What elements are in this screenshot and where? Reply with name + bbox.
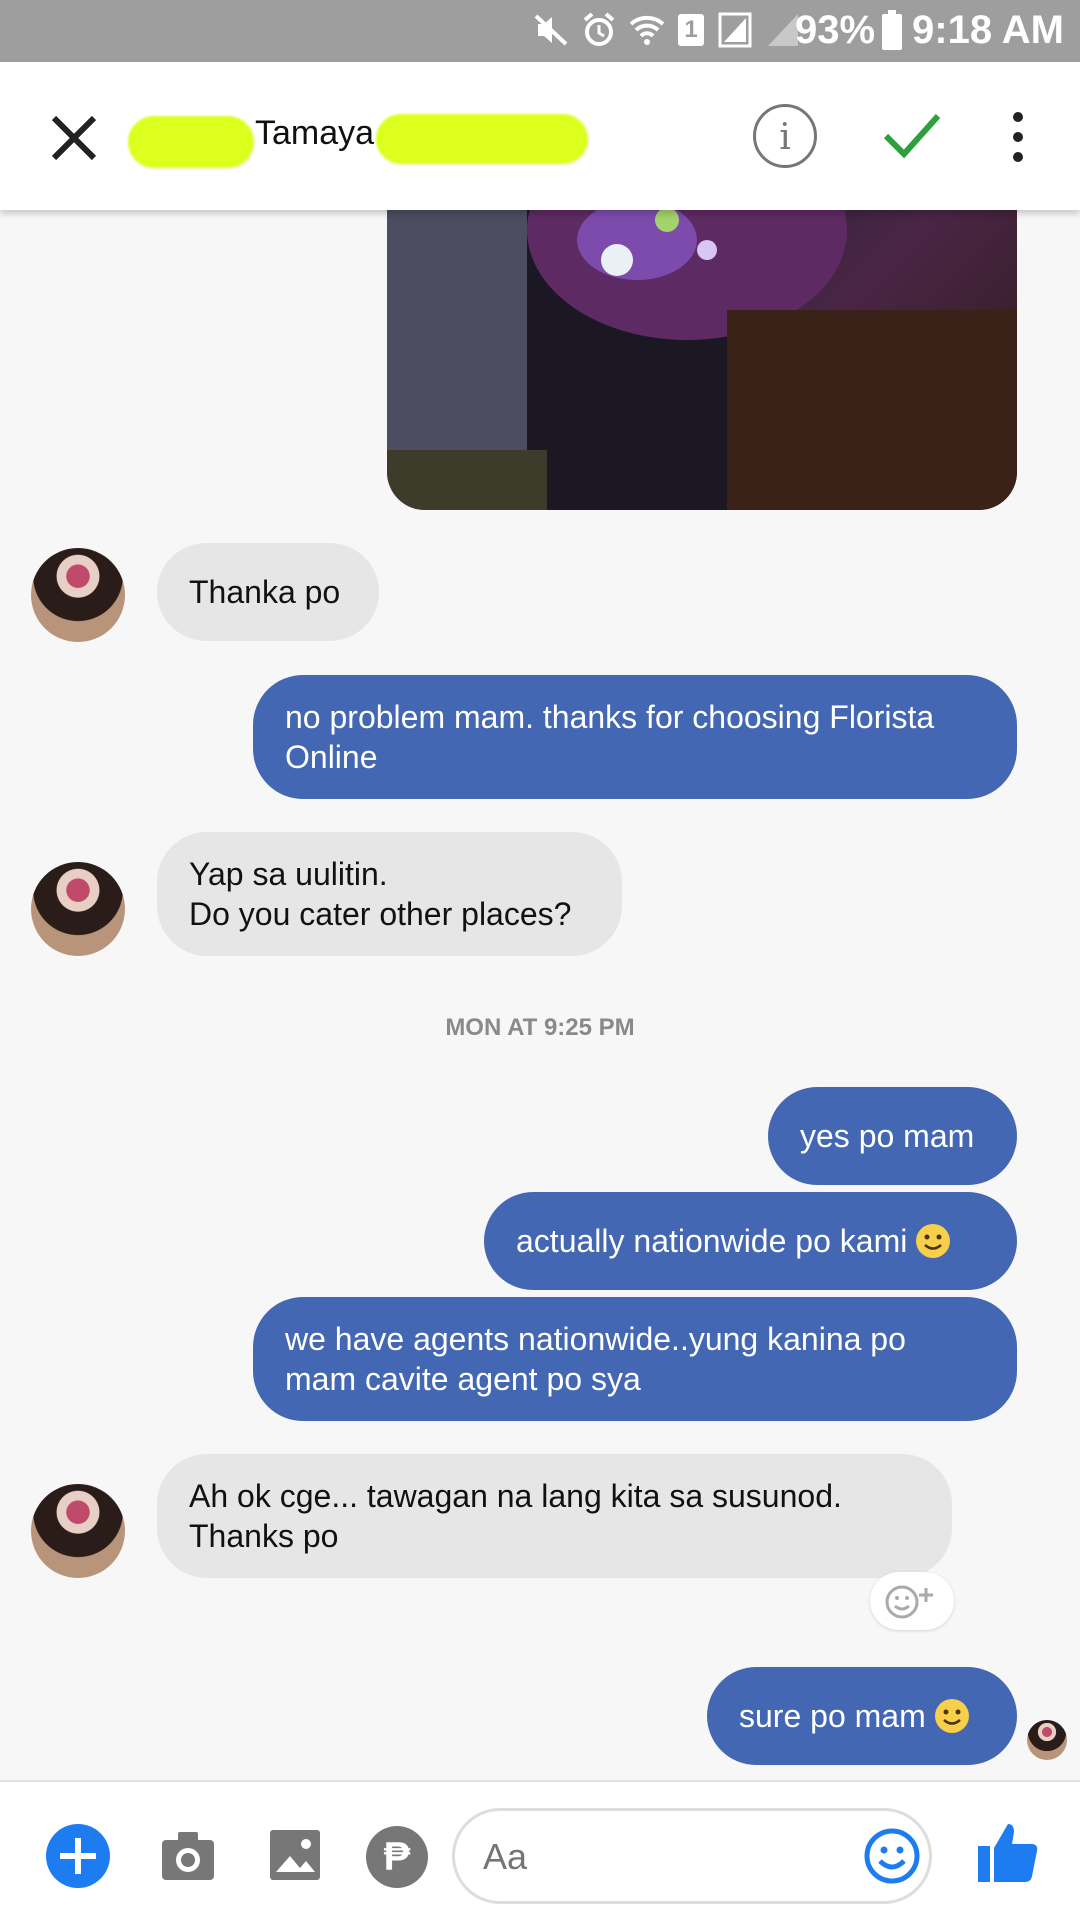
message-composer: ₱ <box>0 1780 1080 1922</box>
message-bubble-outgoing[interactable]: we have agents nationwide..yung kanina p… <box>253 1297 1017 1421</box>
message-text: Ah ok cge... tawagan na lang kita sa sus… <box>189 1478 842 1554</box>
battery-percent: 93% <box>795 8 876 52</box>
gallery-icon[interactable] <box>268 1828 322 1882</box>
message-text-line: Do you cater other places? <box>189 896 572 932</box>
status-bar: 1 93% 9:18 AM <box>0 0 1080 62</box>
message-text: sure po mam <box>739 1698 926 1734</box>
add-reaction-icon <box>885 1585 933 1619</box>
message-bubble-incoming[interactable]: Yap sa uulitin. Do you cater other place… <box>157 832 622 956</box>
flower-bouquet-photo <box>387 190 1017 510</box>
photo-message[interactable] <box>387 190 1017 510</box>
message-bubble-outgoing[interactable]: actually nationwide po kami <box>484 1192 1017 1290</box>
signal-icon <box>718 12 752 48</box>
message-text: actually nationwide po kami <box>516 1223 908 1259</box>
redaction-mark <box>376 114 588 164</box>
battery-icon <box>882 10 902 50</box>
contact-name[interactable]: Tamaya <box>255 114 374 153</box>
message-timestamp: MON AT 9:25 PM <box>445 1014 635 1041</box>
payment-icon[interactable]: ₱ <box>366 1826 428 1888</box>
message-bubble-incoming[interactable]: Thanka po <box>157 543 379 641</box>
alarm-icon <box>583 12 615 46</box>
slight-smile-emoji-icon <box>916 1224 951 1258</box>
conversation-header: Tamaya i <box>0 62 1080 210</box>
message-text: Thanka po <box>189 574 341 610</box>
info-icon[interactable]: i <box>753 104 817 168</box>
wifi-icon <box>630 15 664 45</box>
mute-icon <box>534 14 568 46</box>
thumbs-up-icon[interactable] <box>976 1820 1038 1884</box>
message-text: no problem mam. thanks for choosing Flor… <box>285 699 935 775</box>
check-icon[interactable] <box>882 110 942 162</box>
plus-icon[interactable] <box>46 1824 110 1888</box>
add-reaction-button[interactable] <box>870 1572 954 1630</box>
message-bubble-incoming[interactable]: Ah ok cge... tawagan na lang kita sa sus… <box>157 1454 952 1578</box>
contact-avatar[interactable] <box>31 1484 125 1578</box>
contact-avatar[interactable] <box>31 862 125 956</box>
message-bubble-outgoing[interactable]: no problem mam. thanks for choosing Flor… <box>253 675 1017 799</box>
close-icon[interactable] <box>46 110 102 166</box>
sim-slot-number: 1 <box>684 16 698 43</box>
message-text: we have agents nationwide..yung kanina p… <box>285 1321 906 1397</box>
message-text-line: Yap sa uulitin. <box>189 856 388 892</box>
info-glyph: i <box>779 117 791 158</box>
camera-icon[interactable] <box>160 1828 216 1884</box>
contact-avatar[interactable] <box>31 548 125 642</box>
status-icons: 1 <box>534 12 800 48</box>
clock: 9:18 AM <box>912 8 1064 52</box>
message-input[interactable] <box>481 1833 825 1881</box>
message-bubble-outgoing[interactable]: sure po mam <box>707 1667 1017 1765</box>
message-text: yes po mam <box>800 1118 975 1154</box>
emoji-icon[interactable] <box>863 1827 921 1885</box>
slight-smile-emoji-icon <box>934 1699 969 1733</box>
redaction-mark <box>128 116 254 168</box>
message-input-box[interactable] <box>452 1808 932 1904</box>
read-receipt-avatar <box>1027 1720 1067 1760</box>
sim-icon: 1 <box>678 14 704 46</box>
more-vertical-icon[interactable] <box>1010 112 1026 162</box>
message-bubble-outgoing[interactable]: yes po mam <box>768 1087 1017 1185</box>
